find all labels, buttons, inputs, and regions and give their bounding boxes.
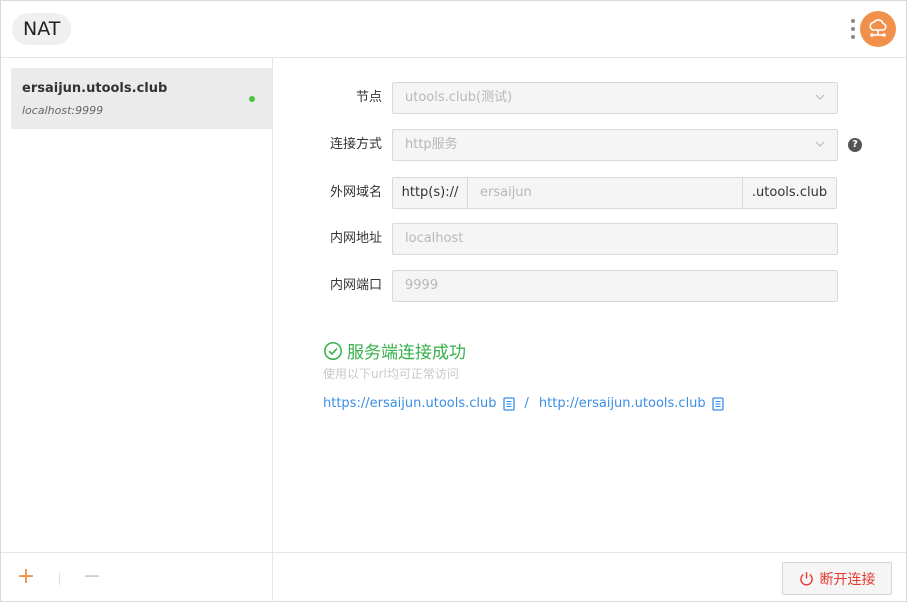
local-port-row: 内网端口 9999	[273, 270, 906, 302]
header: NAT	[1, 1, 906, 58]
domain-suffix: .utools.club	[742, 178, 836, 208]
connection-label: 连接方式	[329, 137, 382, 152]
node-row: 节点 utools.club(测试)	[273, 82, 906, 114]
local-port-input[interactable]: 9999	[392, 270, 838, 302]
online-status-dot	[249, 96, 255, 102]
node-select-value: utools.club(测试)	[405, 90, 513, 105]
local-host-input[interactable]: localhost	[392, 223, 838, 255]
app-title: NAT	[12, 13, 72, 45]
subdomain-input[interactable]: ersaijun	[468, 178, 742, 208]
local-host-label: 内网地址	[329, 231, 382, 246]
power-icon	[799, 572, 813, 586]
domain-input-group: http(s):// ersaijun .utools.club	[392, 177, 837, 209]
more-options-icon[interactable]	[848, 18, 858, 42]
check-circle-icon	[324, 341, 342, 360]
connection-row: 连接方式 http服务 ?	[273, 129, 906, 161]
sidebar-footer: + −	[1, 552, 273, 602]
tunnel-list-item[interactable]: ersaijun.utools.club localhost:9999	[11, 68, 272, 129]
http-url-link[interactable]: http://ersaijun.utools.club	[539, 396, 706, 411]
copy-icon[interactable]	[712, 396, 724, 411]
disconnect-label: 断开连接	[819, 571, 876, 588]
https-url-link[interactable]: https://ersaijun.utools.club	[323, 396, 497, 411]
app-window: NAT ersaijun.utools.club localhost:9999 …	[0, 0, 907, 602]
node-label: 节点	[355, 90, 382, 105]
node-select[interactable]: utools.club(测试)	[392, 82, 838, 114]
tunnel-name: ersaijun.utools.club	[22, 81, 168, 96]
domain-label: 外网域名	[329, 185, 382, 200]
disconnect-button[interactable]: 断开连接	[782, 562, 892, 595]
chevron-down-icon	[815, 141, 825, 147]
add-tunnel-button[interactable]: +	[15, 566, 37, 588]
connection-type-select[interactable]: http服务	[392, 129, 838, 161]
status-title-row: 服务端连接成功	[323, 338, 466, 363]
status-hint: 使用以下url均可正常访问	[323, 367, 459, 381]
tunnel-address: localhost:9999	[22, 104, 104, 117]
connection-select-value: http服务	[405, 137, 458, 152]
status-title: 服务端连接成功	[347, 343, 466, 363]
connection-status: 服务端连接成功 使用以下url均可正常访问	[323, 338, 466, 381]
chevron-down-icon	[815, 94, 825, 100]
help-icon[interactable]: ?	[848, 138, 862, 152]
local-host-row: 内网地址 localhost	[273, 223, 906, 255]
copy-icon[interactable]	[502, 396, 515, 411]
main-footer: 断开连接	[273, 552, 906, 602]
cloud-network-icon[interactable]	[860, 11, 896, 47]
footer-divider	[59, 573, 60, 585]
url-list: https://ersaijun.utools.club / http://er…	[323, 396, 734, 411]
url-separator: /	[524, 396, 529, 411]
tunnel-sidebar: ersaijun.utools.club localhost:9999	[1, 58, 273, 552]
local-port-label: 内网端口	[329, 278, 382, 293]
remove-tunnel-button[interactable]: −	[81, 566, 103, 588]
domain-row: 外网域名 http(s):// ersaijun .utools.club	[273, 177, 906, 209]
domain-prefix: http(s)://	[393, 178, 468, 208]
